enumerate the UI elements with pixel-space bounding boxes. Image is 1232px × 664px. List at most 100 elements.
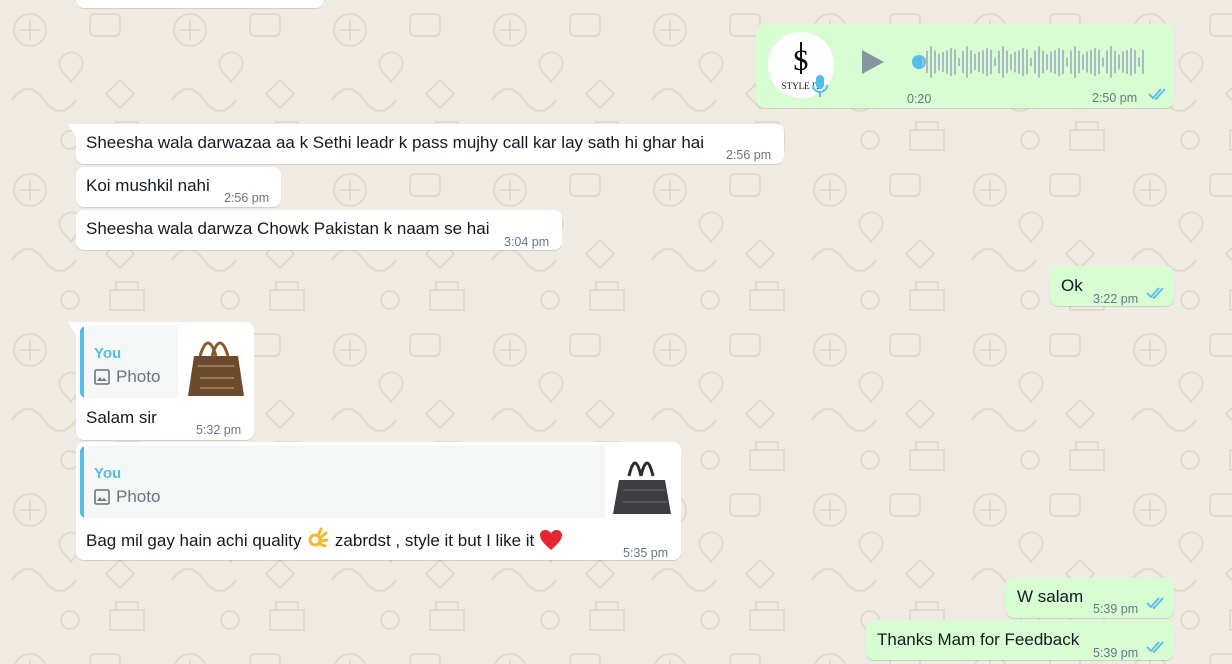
incoming-message-bubble[interactable]: Sheesha wala darwazaa aa k Sethi leadr k… <box>68 124 784 164</box>
waveform-bar <box>970 50 972 74</box>
quoted-photo-thumbnail <box>178 326 250 398</box>
waveform-bar <box>1118 54 1120 70</box>
waveform-bar <box>1022 47 1024 77</box>
waveform-bar <box>990 49 992 75</box>
quote-type-label: Photo <box>116 487 161 506</box>
outgoing-message-bubble[interactable]: Thanks Mam for Feedback 5:39 pm <box>866 620 1174 660</box>
waveform-bar <box>1114 50 1116 74</box>
waveform-bar <box>938 53 940 71</box>
waveform-bar <box>982 50 984 74</box>
incoming-message-bubble[interactable]: Koi mushkil nahi 2:56 pm <box>76 167 281 207</box>
waveform-bar <box>1126 49 1128 75</box>
message-time: 3:04 pm <box>504 235 550 249</box>
waveform-bar <box>934 50 936 74</box>
ok-hand-emoji <box>308 527 329 548</box>
quote-type-row: Photo <box>94 486 160 508</box>
waveform-bar <box>1050 51 1052 73</box>
message-time: 2:56 pm <box>726 148 772 162</box>
waveform-bar <box>1138 57 1140 67</box>
partial-message-bubble[interactable] <box>76 0 324 8</box>
waveform-bar <box>1074 46 1076 78</box>
waveform-bar <box>966 46 968 78</box>
quoted-message[interactable]: You Photo <box>80 326 250 398</box>
waveform-bar <box>1134 49 1136 75</box>
waveform-bar <box>930 46 932 78</box>
message-text-part: zabrdst , style it but I like it <box>334 531 535 550</box>
waveform-bar <box>922 58 924 66</box>
photo-icon <box>94 369 110 385</box>
message-text: Thanks Mam for Feedback <box>877 630 1080 649</box>
waveform-bar <box>946 50 948 74</box>
outgoing-message-bubble[interactable]: W salam 5:39 pm <box>1006 578 1174 618</box>
quote-author: You <box>94 465 122 482</box>
read-ticks-icon <box>1146 641 1164 653</box>
waveform-bar <box>1010 53 1012 71</box>
quote-type-label: Photo <box>116 367 161 386</box>
waveform-bar <box>1018 50 1020 74</box>
waveform-bar <box>1054 49 1056 75</box>
waveform-bar <box>1062 49 1064 75</box>
waveform-bar <box>950 47 952 77</box>
outgoing-message-bubble[interactable]: Ok 3:22 pm <box>1050 266 1174 306</box>
waveform-bar <box>942 51 944 73</box>
waveform-bar <box>1086 51 1088 73</box>
message-time: 5:32 pm <box>196 423 242 437</box>
waveform-bar <box>1122 51 1124 73</box>
read-ticks-icon <box>1146 287 1164 299</box>
message-text: Ok <box>1061 276 1083 295</box>
waveform-bar <box>994 57 996 67</box>
play-icon[interactable] <box>858 48 886 82</box>
waveform-bar <box>958 57 960 67</box>
waveform-bar <box>1038 46 1040 78</box>
waveform-bar <box>974 53 976 71</box>
waveform-bar <box>1070 50 1072 74</box>
waveform-bar <box>978 51 980 73</box>
waveform-bar <box>1106 50 1108 74</box>
waveform-bar <box>1002 46 1004 78</box>
waveform-bar <box>1078 50 1080 74</box>
waveform-bar <box>1006 50 1008 74</box>
waveform-bar <box>998 50 1000 74</box>
message-text-part: Bag mil gay hain achi quality <box>86 531 307 550</box>
incoming-message-bubble[interactable]: Sheesha wala darwza Chowk Pakistan k naa… <box>76 210 562 250</box>
waveform-bar <box>1066 57 1068 67</box>
photo-icon <box>94 489 110 505</box>
message-time: 2:50 pm <box>1092 91 1138 105</box>
waveform-bar <box>962 50 964 74</box>
message-text: Koi mushkil nahi <box>86 176 210 195</box>
read-ticks-icon <box>1146 597 1164 609</box>
bubble-tail <box>68 322 76 335</box>
waveform-bar <box>1026 49 1028 75</box>
waveform-bar <box>1142 50 1144 74</box>
quoted-message[interactable]: You Photo <box>80 446 677 518</box>
voice-waveform[interactable] <box>922 42 1148 82</box>
voice-duration: 0:20 <box>907 92 932 106</box>
incoming-reply-bubble[interactable]: You Photo Salam sir 5:32 pm <box>68 322 254 440</box>
waveform-bar <box>1046 53 1048 71</box>
waveform-bar <box>1030 57 1032 67</box>
message-time: 5:39 pm <box>1093 646 1139 660</box>
quote-accent-bar <box>80 326 84 398</box>
waveform-bar <box>1034 50 1036 74</box>
voice-message-bubble[interactable]: S STYLE IT 0:20 2:50 pm <box>756 24 1174 108</box>
quote-accent-bar <box>80 446 84 518</box>
quote-author: You <box>94 345 122 362</box>
message-time: 3:22 pm <box>1093 292 1139 306</box>
waveform-bar <box>1130 47 1132 77</box>
message-text: Salam sir <box>86 408 157 427</box>
message-text: Bag mil gay hain achi quality zabrdst , … <box>86 527 563 552</box>
quoted-photo-thumbnail <box>605 446 677 518</box>
message-text: Sheesha wala darwazaa aa k Sethi leadr k… <box>86 133 705 152</box>
read-ticks-icon <box>1148 88 1166 100</box>
bubble-tail <box>68 124 76 137</box>
waveform-bar <box>1014 51 1016 73</box>
waveform-bar <box>1110 46 1112 78</box>
message-time: 5:39 pm <box>1093 602 1139 616</box>
message-time: 2:56 pm <box>224 191 270 205</box>
waveform-bar <box>1098 49 1100 75</box>
incoming-reply-bubble[interactable]: You Photo Bag mil gay hain achi quality … <box>76 442 681 560</box>
message-text: Sheesha wala darwza Chowk Pakistan k naa… <box>86 219 490 238</box>
message-text: W salam <box>1017 587 1084 606</box>
waveform-bar <box>1042 50 1044 74</box>
red-heart-emoji <box>540 530 563 550</box>
